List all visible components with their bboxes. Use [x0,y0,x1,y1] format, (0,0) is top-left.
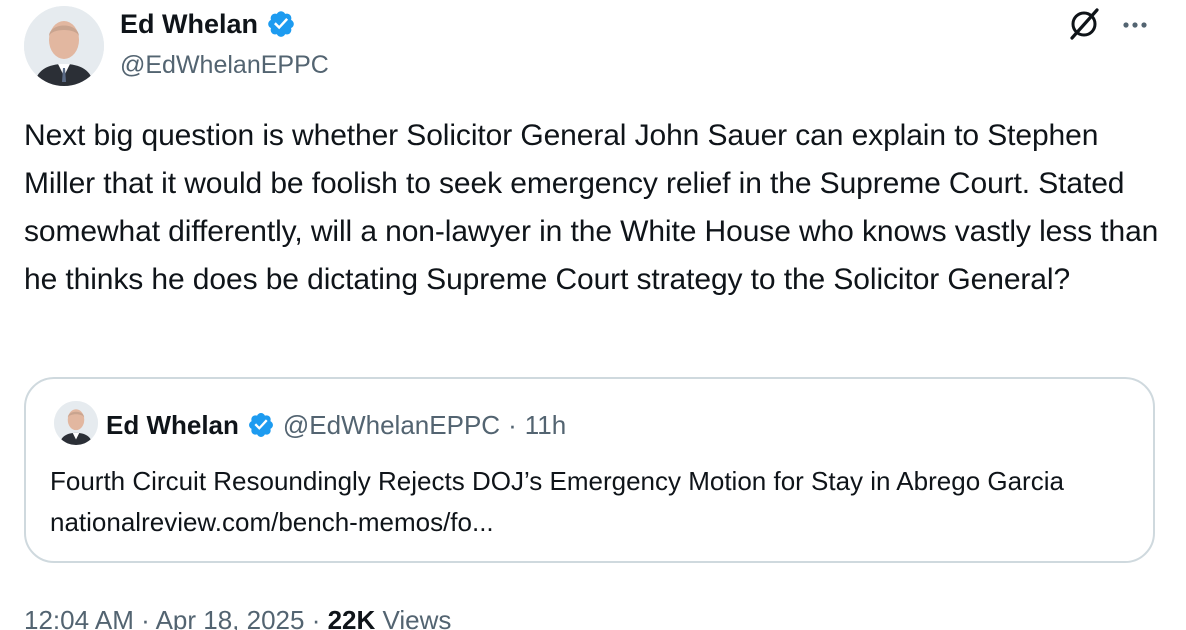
author-name-row: Ed Whelan [120,6,296,42]
quoted-tweet-text: Fourth Circuit Resoundingly Rejects DOJ’… [50,466,1064,537]
author-display-name[interactable]: Ed Whelan [120,6,258,42]
more-icon[interactable] [1120,10,1150,40]
quoted-author-handle[interactable]: @EdWhelanEPPC [283,407,500,443]
views-label: Views [382,605,452,630]
views-count: 22K [327,605,376,630]
quoted-author-name[interactable]: Ed Whelan [106,407,239,443]
verified-badge-icon[interactable] [247,411,275,439]
author-avatar[interactable] [24,6,104,86]
quoted-author-avatar[interactable] [54,401,98,445]
avatar-photo-icon [24,6,104,86]
separator-dot: · [311,605,321,630]
author-handle[interactable]: @EdWhelanEPPC [120,48,329,82]
tweet: Ed Whelan @EdWhelanEPPC Next big questio… [0,0,1186,630]
tweet-meta: 12:04 AM · Apr 18, 2025 · 22K Views [24,600,451,630]
quoted-tweet-card[interactable]: Ed Whelan @EdWhelanEPPC · 11h Fourth Cir… [24,377,1155,563]
tweet-text: Next big question is whether Solicitor G… [24,119,1159,296]
avatar-photo-icon [54,401,98,445]
quoted-tweet-time[interactable]: 11h [525,407,566,443]
separator-dot: · [508,410,517,440]
tweet-time[interactable]: 12:04 AM [24,605,134,630]
verified-badge-icon[interactable] [266,9,296,39]
quoted-tweet-header: Ed Whelan @EdWhelanEPPC · 11h [106,407,566,443]
tweet-date[interactable]: Apr 18, 2025 [156,605,305,630]
grok-icon[interactable] [1066,6,1102,42]
separator-dot: · [141,605,150,630]
